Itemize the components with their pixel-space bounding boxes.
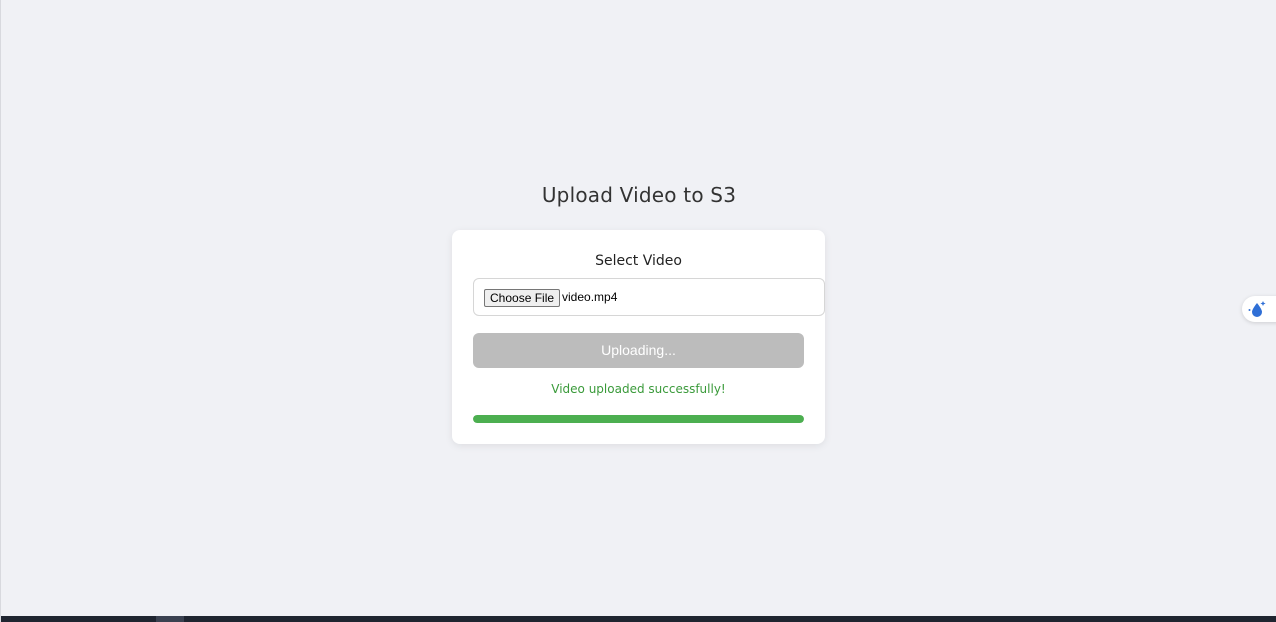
upload-card: Select Video Choose File video.mp4 Uploa…	[452, 230, 825, 444]
choose-file-button[interactable]: Choose File	[484, 289, 561, 307]
side-widget-button[interactable]	[1242, 296, 1276, 322]
taskbar-item[interactable]	[156, 616, 184, 622]
upload-button[interactable]: Uploading...	[473, 333, 804, 368]
page: Upload Video to S3 Select Video Choose F…	[0, 0, 1276, 622]
page-title: Upload Video to S3	[541, 183, 737, 207]
selected-file-name: video.mp4	[562, 290, 618, 304]
droplet-sparkle-icon	[1248, 301, 1266, 317]
status-message: Video uploaded successfully!	[551, 382, 726, 396]
file-input[interactable]: Choose File video.mp4	[473, 278, 825, 316]
taskbar	[1, 616, 1276, 622]
progress-bar	[473, 415, 804, 423]
progress-bar-fill	[473, 415, 804, 423]
select-video-label: Select Video	[595, 253, 682, 269]
